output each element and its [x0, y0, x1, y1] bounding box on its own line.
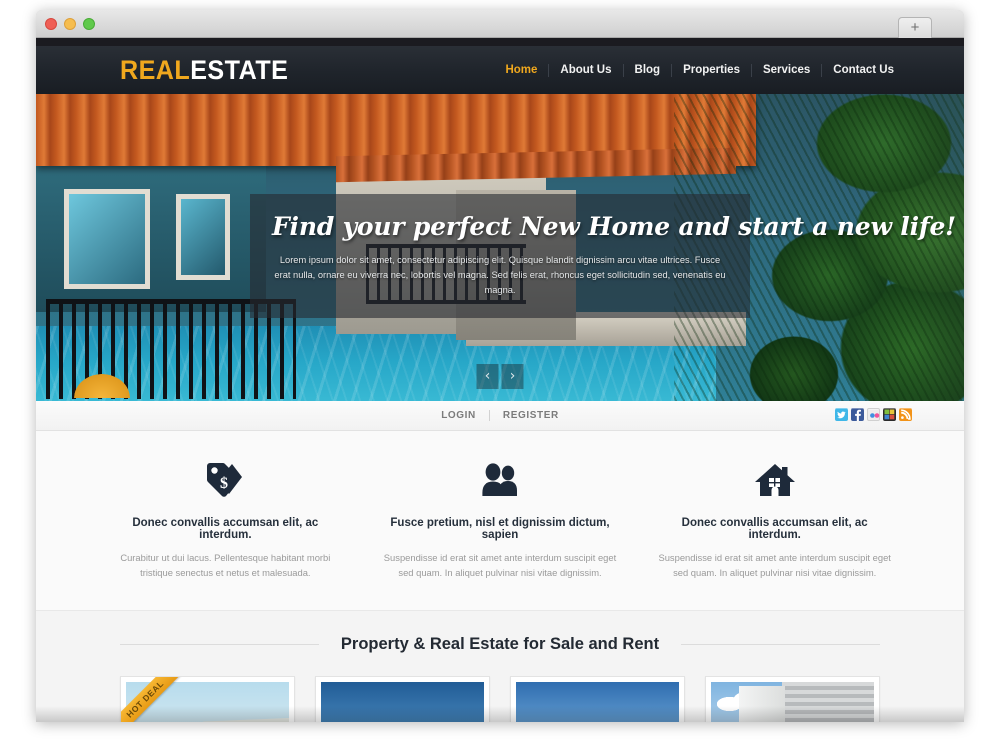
- logo-part-estate: ESTATE: [190, 54, 289, 85]
- nav-item-contact-us[interactable]: Contact Us: [822, 64, 894, 77]
- hero-window-left-2: [176, 194, 230, 280]
- feature-text: Suspendisse id erat sit amet ante interd…: [383, 552, 617, 578]
- feature-text: Suspendisse id erat sit amet ante interd…: [658, 552, 891, 578]
- feature-title: Donec convallis accumsan elit, ac interd…: [132, 517, 319, 541]
- properties-section: Property & Real Estate for Sale and Rent…: [36, 611, 964, 722]
- feature-title: Donec convallis accumsan elit, ac interd…: [681, 517, 868, 541]
- new-tab-button[interactable]: +: [898, 17, 932, 38]
- hero-edge-shade: [904, 94, 964, 401]
- cloud-decoration: [717, 692, 759, 712]
- nav-item-about-us[interactable]: About Us: [549, 63, 624, 77]
- nav-item-blog[interactable]: Blog: [624, 63, 673, 77]
- utility-bar: LOGIN REGISTER: [36, 401, 964, 431]
- browser-chrome-gap: [36, 38, 964, 46]
- twitter-icon[interactable]: [835, 408, 848, 421]
- minimize-window-button[interactable]: [64, 18, 76, 30]
- users-icon: [381, 457, 620, 503]
- property-photo: [321, 682, 484, 722]
- slider-controls: ‹ ›: [476, 364, 524, 389]
- rss-icon[interactable]: [899, 408, 912, 421]
- login-link[interactable]: LOGIN: [428, 410, 489, 421]
- property-card[interactable]: [315, 676, 490, 722]
- flickr-icon[interactable]: [867, 408, 880, 421]
- property-card[interactable]: [510, 676, 685, 722]
- site-header: REALESTATE Home About Us Blog Properties…: [36, 46, 964, 94]
- price-tag-icon: $: [106, 457, 345, 503]
- facebook-icon[interactable]: [851, 408, 864, 421]
- hero-title: Find your perfect New Home and start a n…: [272, 212, 956, 241]
- tabstrip: +: [894, 10, 964, 38]
- browser-window: + REALESTATE Home About Us Blog Properti…: [36, 10, 964, 722]
- heading-rule-left: [120, 644, 319, 645]
- zoom-window-button[interactable]: [83, 18, 95, 30]
- nav-item-home[interactable]: Home: [494, 63, 550, 77]
- slider-next-arrow-icon[interactable]: ›: [501, 364, 524, 389]
- window-controls: [45, 18, 95, 30]
- account-links: LOGIN REGISTER: [428, 410, 572, 421]
- feature-column: $ Donec convallis accumsan elit, ac inte…: [88, 457, 363, 580]
- property-card[interactable]: HOT DEAL: [120, 676, 295, 722]
- hero-caption: Find your perfect New Home and start a n…: [250, 194, 956, 318]
- nav-item-properties[interactable]: Properties: [672, 63, 752, 77]
- slider-prev-arrow-icon[interactable]: ‹: [476, 364, 499, 389]
- picasa-icon[interactable]: [883, 408, 896, 421]
- feature-column: Donec convallis accumsan elit, ac interd…: [637, 457, 912, 580]
- close-window-button[interactable]: [45, 18, 57, 30]
- register-link[interactable]: REGISTER: [490, 410, 572, 421]
- page-viewport: REALESTATE Home About Us Blog Properties…: [36, 46, 964, 722]
- svg-text:$: $: [220, 475, 228, 492]
- section-heading-row: Property & Real Estate for Sale and Rent: [36, 635, 964, 654]
- hero-subtitle: Lorem ipsum dolor sit amet, consectetur …: [274, 255, 726, 295]
- feature-title: Fusce pretium, nisl et dignissim dictum,…: [390, 517, 610, 541]
- social-links: [835, 408, 912, 421]
- heading-rule-right: [681, 644, 880, 645]
- feature-text: Curabitur ut dui lacus. Pellentesque hab…: [120, 552, 331, 578]
- site-logo[interactable]: REALESTATE: [120, 55, 288, 86]
- main-navigation: Home About Us Blog Properties Services C…: [494, 63, 894, 77]
- property-card-grid: HOT DEAL: [36, 676, 964, 722]
- browser-titlebar: +: [36, 10, 964, 38]
- property-card[interactable]: [705, 676, 880, 722]
- feature-columns: $ Donec convallis accumsan elit, ac inte…: [36, 431, 964, 611]
- feature-column: Fusce pretium, nisl et dignissim dictum,…: [363, 457, 638, 580]
- properties-heading: Property & Real Estate for Sale and Rent: [340, 635, 660, 653]
- logo-part-real: REAL: [120, 54, 191, 85]
- house-icon: [655, 457, 894, 503]
- hero-window-left: [64, 189, 150, 289]
- property-photo: [711, 682, 874, 722]
- hero-slider: Find your perfect New Home and start a n…: [36, 94, 964, 401]
- property-photo: [516, 682, 679, 722]
- nav-item-services[interactable]: Services: [752, 63, 823, 77]
